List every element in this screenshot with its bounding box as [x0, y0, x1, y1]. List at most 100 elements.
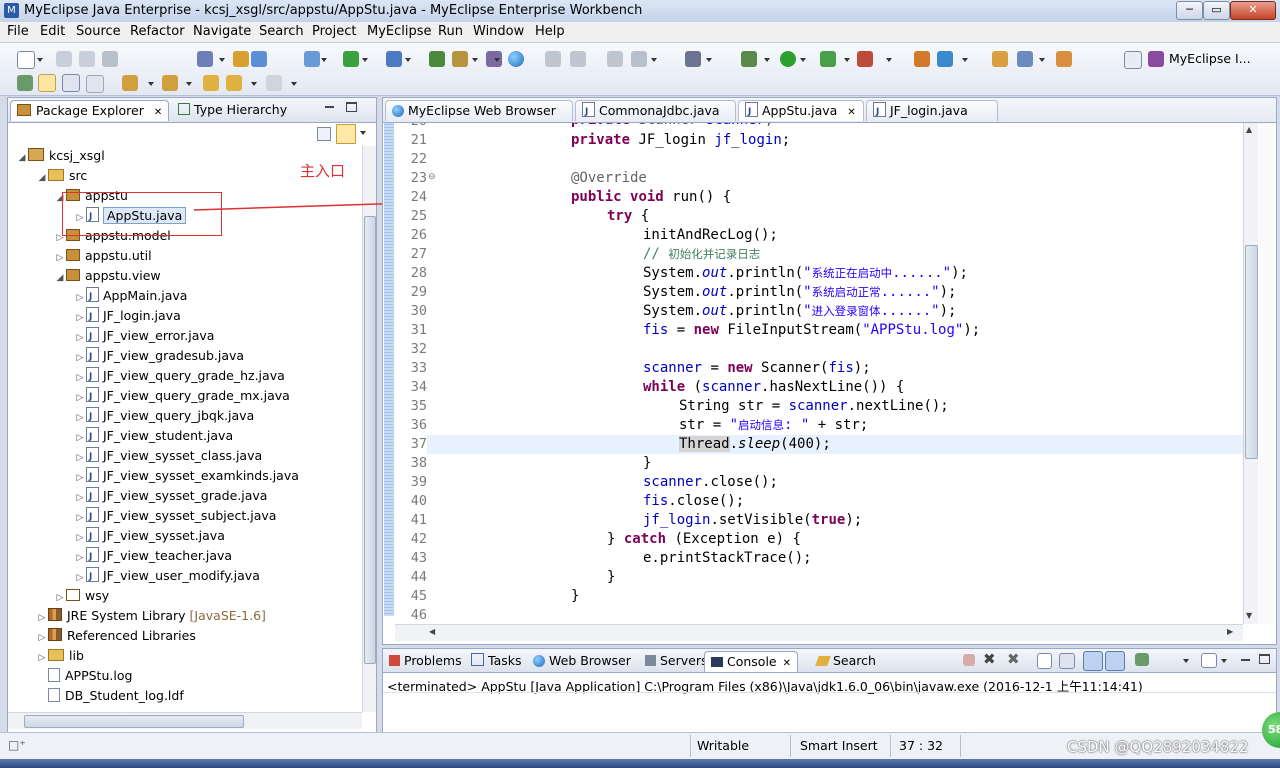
remove-all-icon[interactable]: ✖ [1007, 650, 1020, 668]
code-token: { [632, 208, 650, 224]
code-token: e.printStackTrace(); [643, 550, 812, 566]
code-token: catch [623, 531, 667, 547]
pin-console-icon[interactable] [1135, 653, 1149, 666]
code-token: "APPStu.log" [862, 322, 964, 338]
open-console-icon[interactable] [1201, 653, 1217, 668]
code-token: scanner [702, 379, 762, 395]
code-token: try [607, 208, 633, 224]
show-on-stderr-icon[interactable] [1105, 651, 1125, 671]
close-icon[interactable]: ✕ [847, 107, 855, 118]
terminate-icon[interactable] [963, 654, 975, 666]
code-line: private JF_login jf_login; [571, 131, 790, 150]
code-token: " [803, 284, 812, 300]
code-line: jf_login.setVisible(true); [643, 511, 862, 530]
line-number: 36 [410, 417, 427, 433]
clear-console-icon[interactable] [1037, 653, 1052, 669]
display-console-dropdown-icon[interactable] [1183, 659, 1189, 663]
editor-vertical-scrollbar[interactable]: ▲ ▼ [1243, 123, 1258, 624]
scroll-right-icon[interactable]: ▶ [1227, 627, 1233, 636]
remove-launch-icon[interactable]: ✖ [983, 650, 996, 668]
code-token: .hasNextLine()) { [761, 379, 905, 395]
code-token: . [729, 436, 739, 452]
globe-icon [392, 105, 404, 117]
line-number: 26 [410, 227, 427, 243]
code-token: " [729, 417, 739, 433]
code-area[interactable]: 20 private Scanner scanner; 21 private JF… [395, 123, 1243, 623]
code-token: 进入登录窗体 [811, 304, 881, 318]
minimize-console-icon[interactable] [1241, 659, 1250, 661]
code-token: FileInputStream( [718, 322, 863, 338]
code-token: sleep [738, 436, 781, 452]
code-token: jf_login [643, 512, 711, 528]
editor-horizontal-scrollbar[interactable]: ◀ ▶ [395, 624, 1243, 641]
code-token: jf_login [714, 132, 782, 148]
close-icon[interactable]: ✕ [783, 658, 791, 669]
partial-code-line: private Scanner scanner; [571, 123, 773, 130]
code-token: ( [685, 379, 703, 395]
code-token: } [607, 569, 616, 585]
code-line: } catch (Exception e) { [607, 530, 801, 549]
code-token: 系统启动正常 [811, 285, 881, 299]
code-line: String str = scanner.nextLine(); [679, 397, 949, 416]
tab-appstu[interactable]: AppStu.java ✕ [738, 100, 864, 122]
code-token: .println( [727, 284, 804, 300]
fold-toggle-icon[interactable]: ⊖ [428, 172, 436, 182]
line-number: 30 [410, 303, 427, 319]
code-line: } [607, 568, 615, 587]
line-number: 28 [410, 265, 427, 281]
code-token: .close(); [702, 474, 778, 490]
line-number: 43 [410, 550, 427, 566]
console-icon [711, 657, 723, 667]
scroll-up-icon[interactable]: ▲ [1246, 125, 1252, 134]
java-file-icon [873, 102, 886, 122]
tab-web-browser[interactable]: MyEclipse Web Browser [385, 100, 573, 121]
editor-change-ruler [384, 123, 394, 616]
code-line: } [571, 587, 579, 606]
tab-commonajdbc[interactable]: CommonaJdbc.java [575, 100, 736, 122]
code-line: scanner = new Scanner(fis); [643, 359, 871, 378]
maximize-console-icon[interactable] [1259, 654, 1270, 664]
tab-web-browser-view[interactable]: Web Browser [527, 651, 637, 671]
code-token: Scanner( [752, 360, 829, 376]
tab-console[interactable]: Console ✕ [704, 651, 799, 672]
servers-icon [645, 655, 656, 666]
code-token: System. [643, 265, 703, 281]
line-number: 35 [410, 398, 427, 414]
line-number: 42 [410, 531, 427, 547]
tab-jf-login[interactable]: JF_login.java [866, 100, 998, 122]
editor-scroll-thumb[interactable] [1245, 245, 1258, 459]
code-token: fis [643, 493, 669, 509]
line-number: 37 [410, 436, 427, 452]
code-token: public [571, 189, 622, 205]
code-token: ); [939, 303, 957, 319]
code-token: = [702, 360, 728, 376]
code-token: } [607, 531, 624, 547]
code-token: while [643, 379, 686, 395]
tab-tasks[interactable]: Tasks [465, 651, 528, 671]
editor-panel: MyEclipse Web Browser CommonaJdbc.java A… [382, 97, 1277, 645]
tab-search[interactable]: Search [811, 651, 882, 671]
code-token: out [702, 265, 728, 281]
scroll-left-icon[interactable]: ◀ [429, 627, 435, 636]
code-token: new [727, 360, 753, 376]
code-token: .nextLine(); [847, 398, 949, 414]
fast-view-icon[interactable]: □⁺ [8, 738, 26, 752]
code-line: // 初始化并记录日志 [643, 245, 760, 264]
tab-servers[interactable]: Servers [639, 651, 714, 671]
show-on-stdout-icon[interactable] [1083, 651, 1103, 671]
code-token: ); [963, 322, 981, 338]
code-token: ; [781, 132, 791, 148]
code-token: 初始化并记录日志 [668, 247, 761, 261]
code-line: } [643, 454, 651, 473]
tab-problems[interactable]: Problems [383, 651, 468, 671]
taskbar-strip [0, 759, 1280, 768]
editor-tabbar: MyEclipse Web Browser CommonaJdbc.java A… [383, 98, 1276, 123]
code-token: (400); [780, 436, 831, 452]
search-icon [815, 656, 831, 666]
code-token: out [702, 303, 728, 319]
scroll-lock-icon[interactable] [1059, 653, 1075, 669]
scroll-down-icon[interactable]: ▼ [1246, 611, 1252, 620]
code-line: try { [607, 207, 649, 226]
code-token: .setVisible( [710, 512, 812, 528]
